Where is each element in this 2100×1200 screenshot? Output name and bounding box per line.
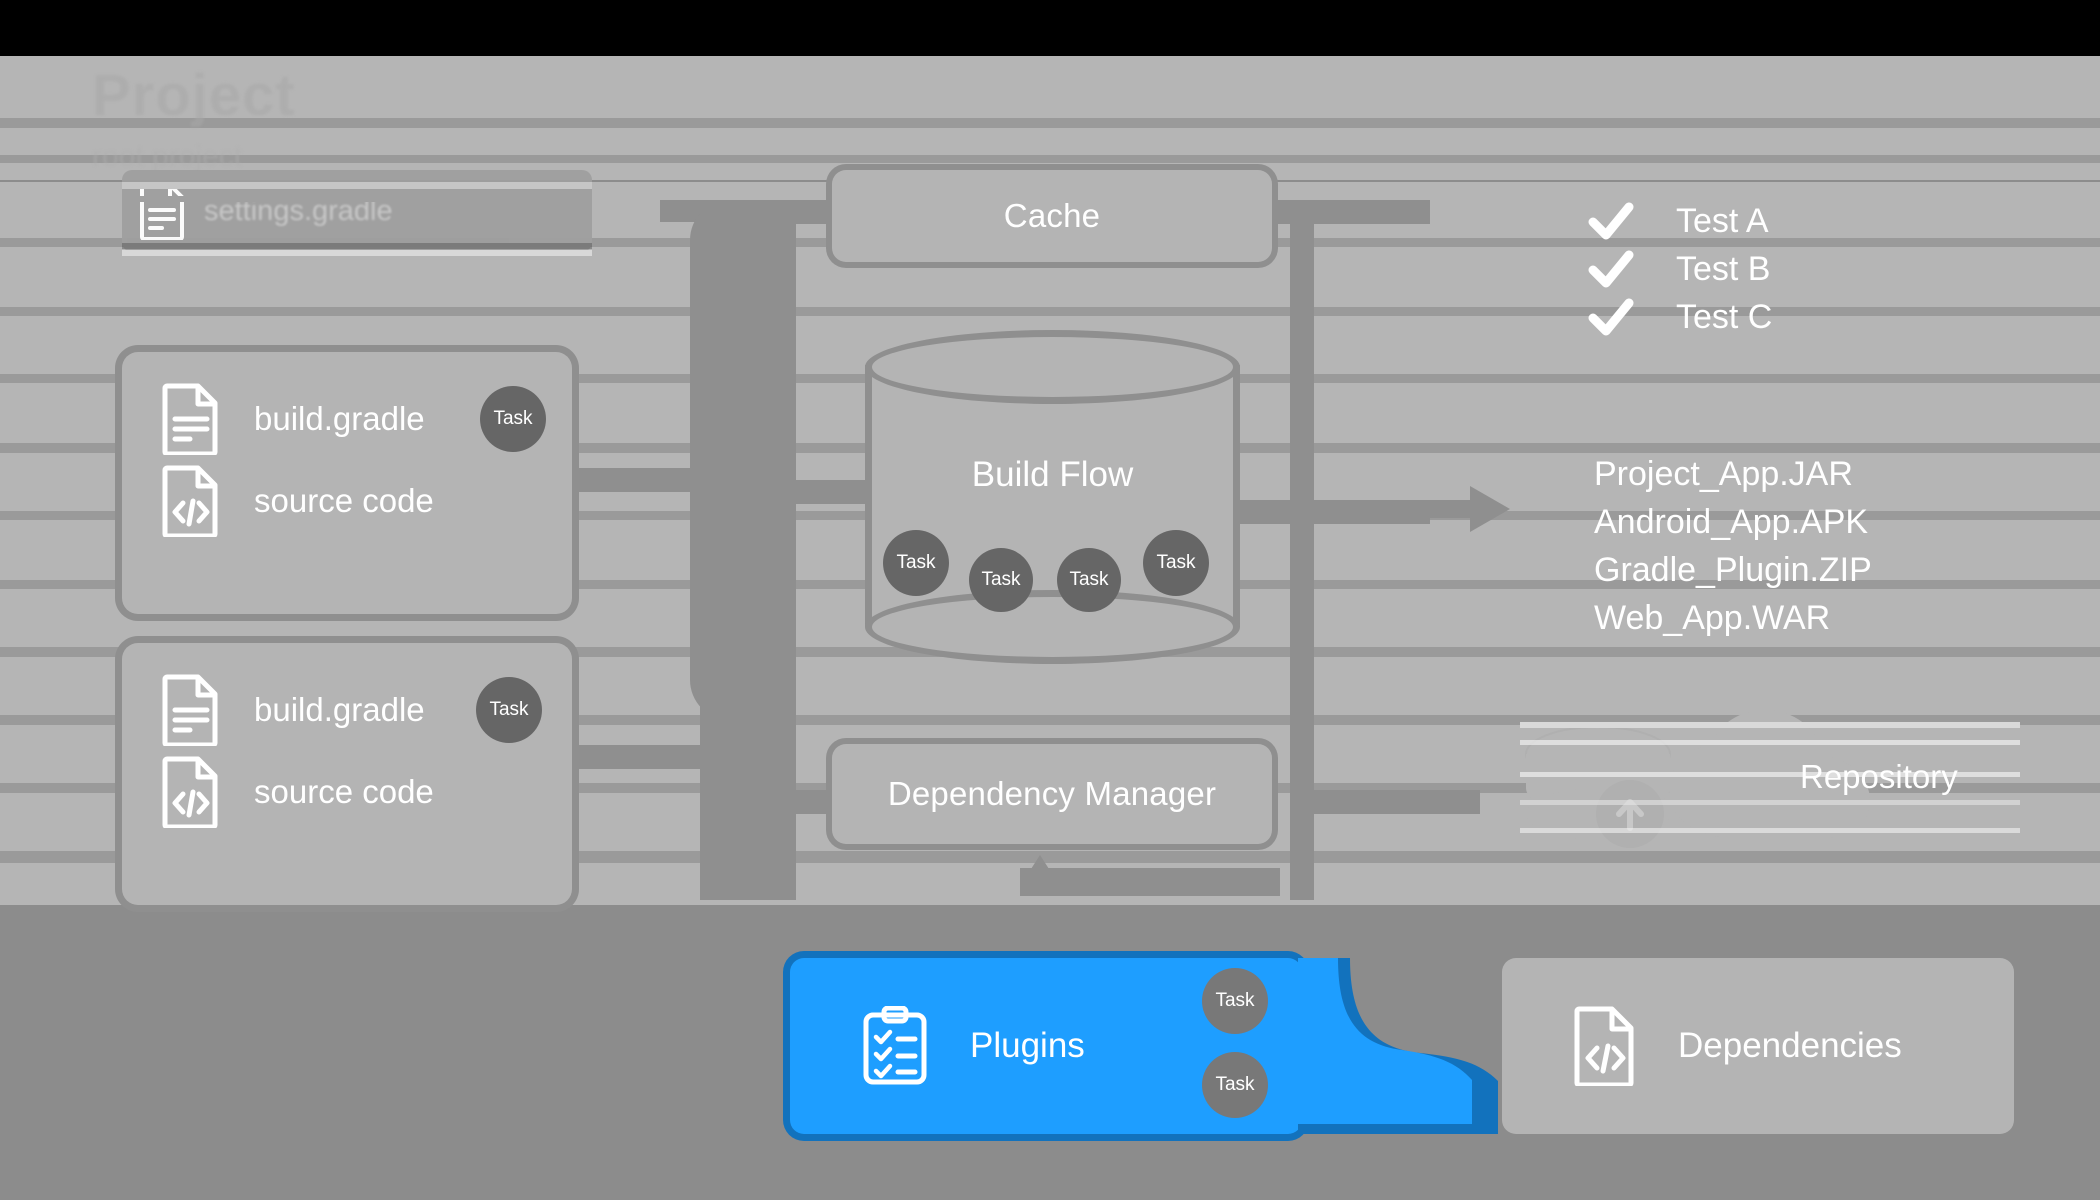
bg-band	[0, 307, 2100, 316]
page-subtitle: root project	[92, 140, 243, 173]
file-label: build.gradle	[254, 400, 425, 437]
dependency-manager-box[interactable]: Dependency Manager	[832, 744, 1272, 844]
artifact-label: Web_App.WAR	[1594, 599, 1831, 637]
clipboard-checklist-icon	[862, 1005, 928, 1086]
file-label: source code	[254, 773, 434, 810]
task-chip[interactable]: Task	[480, 386, 546, 452]
task-chip[interactable]: Task	[883, 530, 949, 596]
artifact-label: Android_App.APK	[1594, 503, 1869, 541]
task-chip[interactable]: Task	[1143, 530, 1209, 596]
file-label: source code	[254, 482, 434, 519]
cylinder-cap	[865, 330, 1240, 404]
document-code-icon	[162, 465, 220, 539]
task-chip[interactable]: Task	[969, 548, 1033, 612]
dependencies-label: Dependencies	[1678, 1026, 1902, 1065]
file-row[interactable]: build.gradle Task	[122, 378, 572, 460]
file-row[interactable]: source code	[122, 460, 572, 542]
task-chip[interactable]: Task	[1202, 1052, 1268, 1118]
plugins-box[interactable]: Plugins Task Task	[790, 958, 1302, 1134]
repository-label: Repository	[1800, 758, 1958, 796]
check-icon	[1588, 198, 1634, 244]
plugins-label: Plugins	[970, 1026, 1085, 1065]
check-icon	[1588, 294, 1634, 340]
task-chip[interactable]: Task	[476, 677, 542, 743]
arrow-head-icon	[1470, 486, 1510, 532]
test-label: Test A	[1676, 201, 1769, 240]
task-chip[interactable]: Task	[1057, 548, 1121, 612]
bg-band	[0, 118, 2100, 128]
document-code-icon	[162, 756, 220, 830]
build-flow-label: Build Flow	[971, 455, 1134, 494]
build-flow-cylinder[interactable]: Build Flow Task Task Task Task	[865, 330, 1240, 664]
file-row[interactable]: build.gradle Task	[122, 669, 572, 751]
bg-band	[0, 56, 2100, 118]
cache-label: Cache	[1003, 197, 1101, 234]
module-card-2[interactable]: build.gradle Task source code	[122, 643, 572, 905]
document-code-icon	[1574, 1006, 1636, 1088]
artifact-label: Gradle_Plugin.ZIP	[1594, 551, 1872, 589]
file-label: build.gradle	[254, 691, 425, 728]
bg-band	[0, 155, 2100, 163]
document-lines-icon	[162, 674, 220, 748]
artifact-label: Project_App.JAR	[1594, 455, 1853, 493]
cache-box[interactable]: Cache	[832, 170, 1272, 262]
test-label: Test B	[1676, 249, 1771, 288]
test-row: Test B	[1588, 246, 1770, 292]
check-icon	[1588, 246, 1634, 292]
diagram-canvas: Project root project settings.gradle Cac…	[0, 0, 2100, 1200]
document-lines-icon	[162, 383, 220, 457]
document-lines-icon	[140, 182, 186, 241]
plugins-connector	[1298, 958, 1498, 1134]
test-row: Test A	[1588, 198, 1769, 244]
test-label: Test C	[1676, 297, 1773, 336]
top-black-bar	[0, 0, 2100, 56]
dependencies-box[interactable]: Dependencies	[1502, 958, 2014, 1134]
module-card-1[interactable]: build.gradle Task source code	[122, 352, 572, 614]
task-chip[interactable]: Task	[1202, 968, 1268, 1034]
arrow-head-icon	[1022, 855, 1058, 883]
dependency-manager-label: Dependency Manager	[887, 775, 1217, 812]
cylinder-base	[865, 590, 1240, 664]
test-row: Test C	[1588, 294, 1772, 340]
page-title: Project	[92, 63, 296, 128]
file-row[interactable]: source code	[122, 751, 572, 833]
